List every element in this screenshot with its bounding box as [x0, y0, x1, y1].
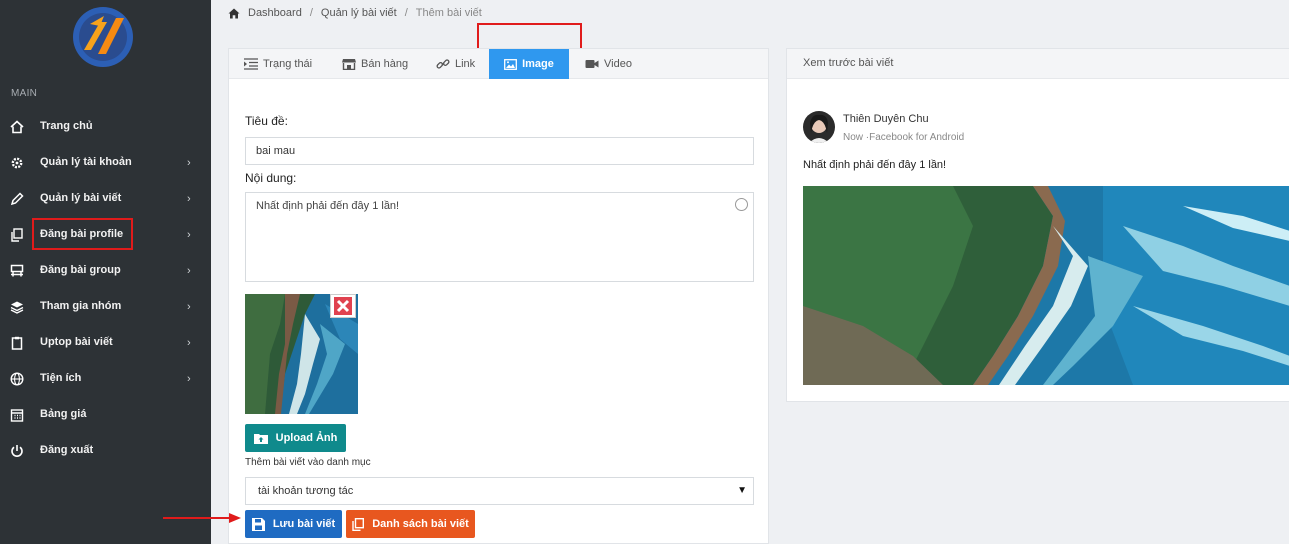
sidebar-section-title: MAIN [11, 88, 38, 99]
tab-image[interactable]: Image [489, 49, 569, 79]
sidebar: MAIN Trang chủ Quản lý tài khoản › Quản … [0, 0, 211, 544]
breadcrumb-current: Thêm bài viết [415, 7, 482, 19]
chevron-right-icon: › [187, 265, 191, 277]
image-icon [504, 58, 518, 70]
copy-icon [352, 517, 365, 531]
preview-text: Nhất định phải đến đây 1 lần! [803, 159, 947, 171]
category-selected-value: tài khoản tương tác [258, 485, 354, 497]
sidebar-item-label: Uptop bài viết [40, 336, 113, 348]
power-icon [11, 445, 23, 457]
floppy-icon [251, 517, 265, 531]
tab-trang-thai[interactable]: Trạng thái [244, 49, 312, 79]
upload-button-label: Upload Ảnh [275, 432, 338, 444]
copy-icon [11, 228, 23, 242]
highlight-box-sidebar [32, 218, 133, 250]
group-post-icon [10, 264, 24, 277]
author-avatar [803, 111, 835, 143]
breadcrumb: Dashboard / Quản lý bài viết / Thêm bài … [228, 5, 482, 21]
tab-label: Bán hàng [361, 58, 409, 70]
sidebar-item-bang-gia[interactable]: Bảng giá [0, 397, 211, 433]
sidebar-item-trang-chu[interactable]: Trang chủ [0, 109, 211, 145]
tab-video[interactable]: Video [585, 49, 632, 79]
chevron-right-icon: › [187, 337, 191, 349]
breadcrumb-separator: / [309, 7, 313, 19]
author-name: Thiên Duyên Chu [843, 113, 929, 125]
chevron-right-icon: › [187, 157, 191, 169]
tab-label: Video [604, 58, 632, 70]
sidebar-item-quan-ly-tai-khoan[interactable]: Quản lý tài khoản › [0, 145, 211, 181]
layers-icon [10, 301, 24, 314]
sidebar-nav: Trang chủ Quản lý tài khoản › Quản lý bà… [0, 109, 211, 469]
sidebar-item-tien-ich[interactable]: Tiện ích › [0, 361, 211, 397]
chevron-right-icon: › [187, 373, 191, 385]
content-text: Nhất định phải đến đây 1 lần! [256, 200, 400, 212]
sidebar-item-uptop-bai-viet[interactable]: Uptop bài viết › [0, 325, 211, 361]
content-label: Nội dung: [245, 171, 297, 185]
caret-down-icon: ▼ [737, 485, 747, 496]
post-type-tabs: Trạng thái Bán hàng Link Image Video [229, 49, 768, 79]
sidebar-item-label: Tham gia nhóm [40, 300, 122, 312]
tab-link[interactable]: Link [436, 49, 475, 79]
post-list-button[interactable]: Danh sách bài viết [346, 510, 475, 538]
home-icon [10, 120, 24, 134]
emoji-icon[interactable] [735, 198, 748, 211]
link-icon [436, 59, 450, 69]
save-button-label: Lưu bài viết [272, 518, 336, 530]
sidebar-item-tham-gia-nhom[interactable]: Tham gia nhóm › [0, 289, 211, 325]
upload-icon [253, 434, 268, 444]
category-label: Thêm bài viết vào danh mục [245, 457, 371, 468]
sidebar-item-quan-ly-bai-viet[interactable]: Quản lý bài viết › [0, 181, 211, 217]
title-input[interactable]: bai mau [245, 137, 754, 165]
save-post-button[interactable]: Lưu bài viết [245, 510, 342, 538]
content-textarea[interactable]: Nhất định phải đến đây 1 lần! [245, 192, 754, 282]
chevron-right-icon: › [187, 229, 191, 241]
chevron-right-icon: › [187, 193, 191, 205]
pencil-icon [10, 192, 24, 206]
sidebar-item-label: Trang chủ [40, 120, 93, 132]
breadcrumb-posts[interactable]: Quản lý bài viết [321, 7, 397, 19]
globe-icon [10, 372, 24, 386]
annotation-arrow [163, 513, 241, 523]
store-icon [342, 59, 356, 70]
remove-image-button[interactable] [330, 294, 356, 318]
breadcrumb-separator: / [404, 7, 408, 19]
upload-image-button[interactable]: Upload Ảnh [245, 424, 346, 452]
sidebar-item-label: Quản lý bài viết [40, 192, 122, 204]
sidebar-item-label: Đăng bài group [40, 264, 121, 276]
clipboard-icon [11, 336, 23, 350]
tab-label: Link [455, 58, 476, 70]
video-icon [585, 60, 599, 68]
chevron-right-icon: › [187, 301, 191, 313]
preview-header: Xem trước bài viết [787, 49, 1289, 79]
calendar-icon [10, 409, 24, 422]
brand-logo [73, 7, 133, 67]
align-icon [244, 58, 258, 70]
category-select[interactable]: tài khoản tương tác ▼ [245, 477, 754, 505]
sidebar-item-dang-xuat[interactable]: Đăng xuất [0, 433, 211, 469]
tab-label: Trạng thái [263, 58, 313, 70]
tab-ban-hang[interactable]: Bán hàng [342, 49, 408, 79]
sidebar-item-label: Quản lý tài khoản [40, 156, 132, 168]
list-button-label: Danh sách bài viết [372, 518, 469, 530]
post-editor-panel: Trạng thái Bán hàng Link Image Video Tiê… [228, 48, 769, 544]
breadcrumb-dashboard[interactable]: Dashboard [248, 7, 302, 19]
sidebar-item-label: Bảng giá [40, 408, 87, 420]
gear-icon [11, 157, 23, 169]
post-preview-panel: Xem trước bài viết Thiên Duyên Chu Now ·… [786, 48, 1289, 402]
preview-image [803, 186, 1289, 385]
sidebar-item-dang-bai-group[interactable]: Đăng bài group › [0, 253, 211, 289]
tab-label: Image [522, 58, 554, 70]
home-icon [228, 8, 240, 18]
post-meta: Now ·Facebook for Android [843, 132, 965, 143]
sidebar-item-label: Tiện ích [40, 372, 82, 384]
sidebar-item-label: Đăng xuất [40, 444, 94, 456]
title-label: Tiêu đề: [245, 114, 288, 128]
close-icon [334, 297, 352, 315]
